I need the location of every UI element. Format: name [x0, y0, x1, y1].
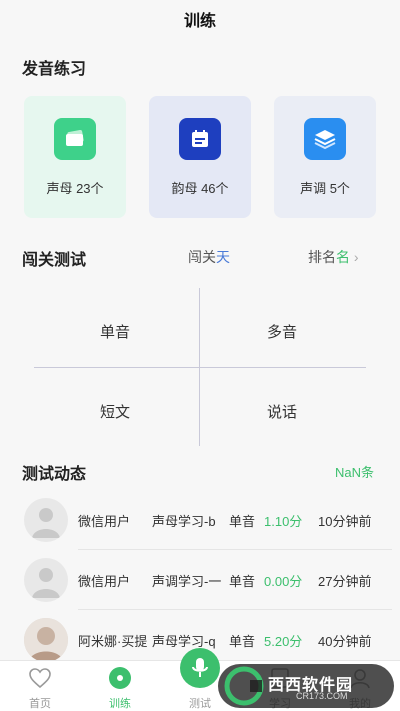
- challenge-title: 闯关测试: [22, 252, 87, 269]
- challenge-grid: 单音 多音 短文 说话: [34, 288, 366, 446]
- card-initials-label: 声母 23个: [46, 181, 104, 196]
- grid-divider-horizontal: [34, 367, 366, 368]
- cards-icon: [54, 118, 96, 160]
- row-user: 阿米娜·买提: [78, 634, 148, 649]
- practice-section-title: 发音练习: [22, 61, 87, 78]
- row-time: 27分钟前: [318, 574, 372, 589]
- calendar-icon: [179, 118, 221, 160]
- mic-icon: [192, 658, 208, 677]
- heart-icon: [29, 668, 51, 689]
- row-score: 5.20分: [264, 634, 303, 649]
- list-item[interactable]: 微信用户 声调学习-一 单音 0.00分 27分钟前: [22, 550, 392, 610]
- row-user: 微信用户: [78, 514, 131, 529]
- tab-training-label: 训练: [109, 698, 131, 710]
- watermark-logo-icon: [224, 666, 264, 706]
- rank-link[interactable]: 排名名 ›: [308, 247, 359, 267]
- rank-suffix: 名: [336, 249, 350, 265]
- row-type: 单音: [229, 574, 256, 589]
- page-title: 训练: [183, 13, 216, 30]
- avatar: [24, 558, 68, 602]
- avatar: [24, 618, 68, 662]
- row-item: 声调学习-一: [152, 574, 222, 589]
- layers-icon: [304, 118, 346, 160]
- chevron-right-icon: ›: [353, 249, 359, 265]
- row-type: 单音: [229, 634, 256, 649]
- option-speaking[interactable]: 说话: [267, 401, 297, 422]
- card-initials[interactable]: 声母 23个: [24, 96, 126, 218]
- watermark: 西西软件园 CR173.COM: [218, 664, 394, 708]
- row-time: 10分钟前: [318, 514, 372, 529]
- target-icon: [109, 667, 131, 689]
- option-multi-sound[interactable]: 多音: [267, 321, 297, 342]
- option-single-sound[interactable]: 单音: [100, 321, 130, 342]
- dynamics-title: 测试动态: [22, 466, 87, 483]
- list-item[interactable]: 微信用户 声母学习-b 单音 1.10分 10分钟前: [22, 490, 392, 550]
- row-item: 声母学习-b: [152, 514, 216, 529]
- option-short-text[interactable]: 短文: [100, 401, 130, 422]
- dynamics-count: NaN条: [334, 465, 374, 480]
- card-tones-label: 声调 5个: [300, 181, 350, 196]
- card-finals[interactable]: 韵母 46个: [149, 96, 251, 218]
- row-score: 1.10分: [264, 514, 303, 529]
- tab-home[interactable]: 首页: [0, 661, 80, 711]
- row-item: 声母学习-q: [152, 634, 216, 649]
- dynamics-header: 测试动态 NaN条: [0, 454, 400, 484]
- watermark-subtext: CR173.COM: [296, 691, 348, 701]
- tab-home-label: 首页: [29, 698, 51, 710]
- row-user: 微信用户: [78, 574, 131, 589]
- row-score: 0.00分: [264, 574, 303, 589]
- level-value: 天: [216, 249, 230, 265]
- practice-cards: 声母 23个 韵母 46个 声调 5个: [24, 96, 376, 218]
- row-time: 40分钟前: [318, 634, 372, 649]
- level-indicator: 闯关天: [188, 249, 230, 265]
- row-type: 单音: [229, 514, 256, 529]
- avatar: [24, 498, 68, 542]
- challenge-header: 闯关测试 闯关天 排名名 ›: [0, 236, 400, 274]
- card-tones[interactable]: 声调 5个: [274, 96, 376, 218]
- mic-button[interactable]: [180, 648, 220, 688]
- tab-training[interactable]: 训练: [80, 661, 160, 711]
- card-finals-label: 韵母 46个: [171, 181, 229, 196]
